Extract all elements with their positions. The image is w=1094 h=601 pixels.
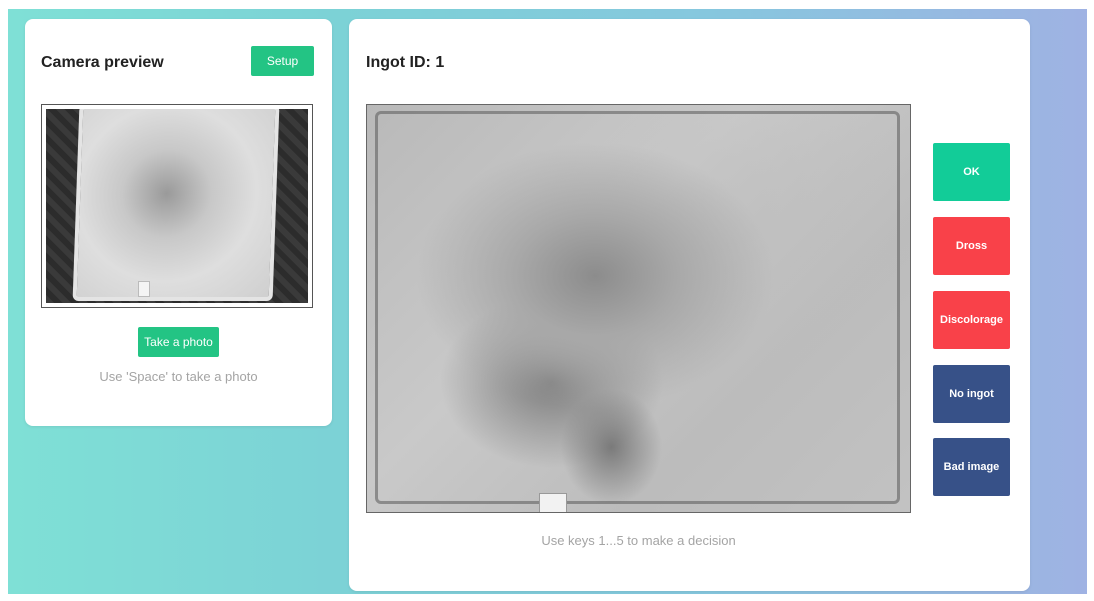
decision-hint: Use keys 1...5 to make a decision (541, 533, 736, 548)
camera-preview-image (41, 104, 313, 308)
preview-ingot-tag (138, 281, 150, 297)
camera-preview-card: Camera preview Setup Take a photo Use 'S… (25, 19, 332, 426)
discolorage-button[interactable]: Discolorage (933, 291, 1010, 349)
ok-button[interactable]: OK (933, 143, 1010, 201)
take-photo-hint: Use 'Space' to take a photo (99, 369, 258, 384)
ingot-image (366, 104, 911, 513)
no-ingot-button[interactable]: No ingot (933, 365, 1010, 423)
bad-image-button[interactable]: Bad image (933, 438, 1010, 496)
ingot-tag (539, 493, 567, 512)
camera-feed (46, 109, 308, 303)
camera-preview-title: Camera preview (41, 54, 164, 71)
dross-button[interactable]: Dross (933, 217, 1010, 275)
inspection-card: Ingot ID: 1 OK Dross Discolorage No ingo… (349, 19, 1030, 591)
preview-ingot-shape (72, 109, 280, 301)
take-photo-button[interactable]: Take a photo (138, 327, 219, 357)
ingot-rim (375, 111, 900, 504)
setup-button[interactable]: Setup (251, 46, 314, 76)
ingot-id-title: Ingot ID: 1 (366, 54, 445, 71)
